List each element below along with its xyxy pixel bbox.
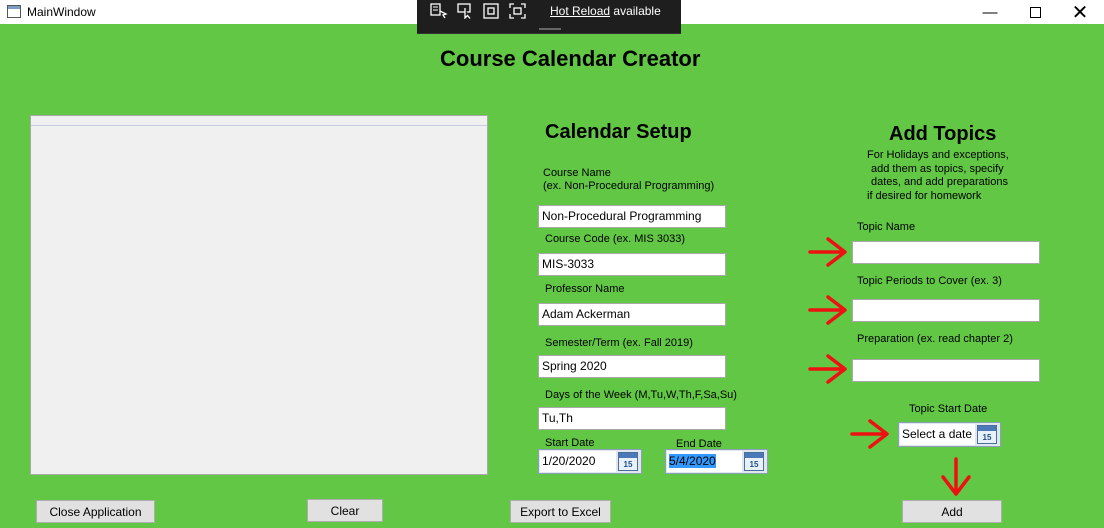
pointer-icon[interactable]: [457, 3, 475, 20]
window-title: MainWindow: [27, 5, 96, 19]
add-topics-description: For Holidays and exceptions, add them as…: [867, 149, 1009, 202]
calendar-setup-title: Calendar Setup: [545, 121, 692, 143]
hot-reload-text: available: [613, 4, 661, 18]
end-date-value[interactable]: 5/4/2020: [667, 451, 742, 472]
professor-name-label: Professor Name: [545, 283, 625, 295]
red-arrow-icon: [808, 294, 848, 326]
calendar-icon[interactable]: 15: [744, 452, 764, 471]
end-date-picker[interactable]: 5/4/2020 15: [665, 449, 768, 474]
add-button[interactable]: Add: [902, 500, 1002, 523]
calendar-icon[interactable]: 15: [977, 425, 997, 444]
hot-reload-status: Hot Reload available: [550, 4, 661, 18]
course-code-field[interactable]: MIS-3033: [538, 253, 726, 276]
maximize-icon: [1029, 6, 1041, 18]
close-window-button[interactable]: ✕: [1057, 0, 1103, 24]
topic-start-date-picker[interactable]: Select a date 15: [898, 422, 1001, 447]
hot-reload-toolbar: Hot Reload available: [417, 0, 681, 34]
topic-start-date-label: Topic Start Date: [909, 403, 988, 415]
red-arrow-icon: [808, 353, 848, 385]
minimize-icon: —: [982, 3, 998, 21]
select-element-icon[interactable]: [430, 3, 448, 19]
minimize-button[interactable]: —: [967, 0, 1013, 24]
close-icon: ✕: [1071, 1, 1089, 24]
topic-periods-label: Topic Periods to Cover (ex. 3): [857, 275, 1002, 287]
maximize-button[interactable]: [1012, 0, 1058, 24]
start-date-value[interactable]: 1/20/2020: [540, 451, 616, 472]
add-topics-title: Add Topics: [889, 123, 997, 145]
hot-reload-link[interactable]: Hot Reload: [550, 4, 610, 18]
toolbar-grip: [539, 28, 561, 30]
layout-adorner-icon[interactable]: [483, 3, 501, 19]
app-title: Course Calendar Creator: [440, 46, 701, 71]
export-to-excel-button[interactable]: Export to Excel: [510, 500, 611, 523]
topic-periods-field[interactable]: [852, 299, 1040, 322]
start-date-picker[interactable]: 1/20/2020 15: [538, 449, 642, 474]
calendar-list-box[interactable]: [30, 115, 488, 475]
topic-name-label: Topic Name: [857, 221, 916, 233]
close-application-button[interactable]: Close Application: [36, 500, 155, 523]
days-of-week-label: Days of the Week (M,Tu,W,Th,F,Sa,Su): [545, 389, 737, 401]
semester-field[interactable]: Spring 2020: [538, 355, 726, 378]
track-focus-icon[interactable]: [509, 3, 527, 19]
red-arrow-icon: [850, 418, 890, 450]
preparation-label: Preparation (ex. read chapter 2): [857, 333, 1013, 345]
red-arrow-icon: [936, 457, 976, 497]
preparation-field[interactable]: [852, 359, 1040, 382]
topic-start-date-placeholder[interactable]: Select a date: [900, 424, 975, 445]
course-name-field[interactable]: Non-Procedural Programming: [538, 205, 726, 228]
professor-name-field[interactable]: Adam Ackerman: [538, 303, 726, 326]
course-code-label: Course Code (ex. MIS 3033): [545, 233, 686, 245]
app-window-icon: [7, 5, 21, 18]
semester-label: Semester/Term (ex. Fall 2019): [545, 337, 693, 349]
calendar-icon[interactable]: 15: [618, 452, 638, 471]
clear-button[interactable]: Clear: [307, 499, 383, 522]
days-of-week-field[interactable]: Tu,Th: [538, 407, 726, 430]
topic-name-field[interactable]: [852, 241, 1040, 264]
course-name-label: Course Name (ex. Non-Procedural Programm…: [543, 167, 715, 192]
red-arrow-icon: [808, 236, 848, 268]
